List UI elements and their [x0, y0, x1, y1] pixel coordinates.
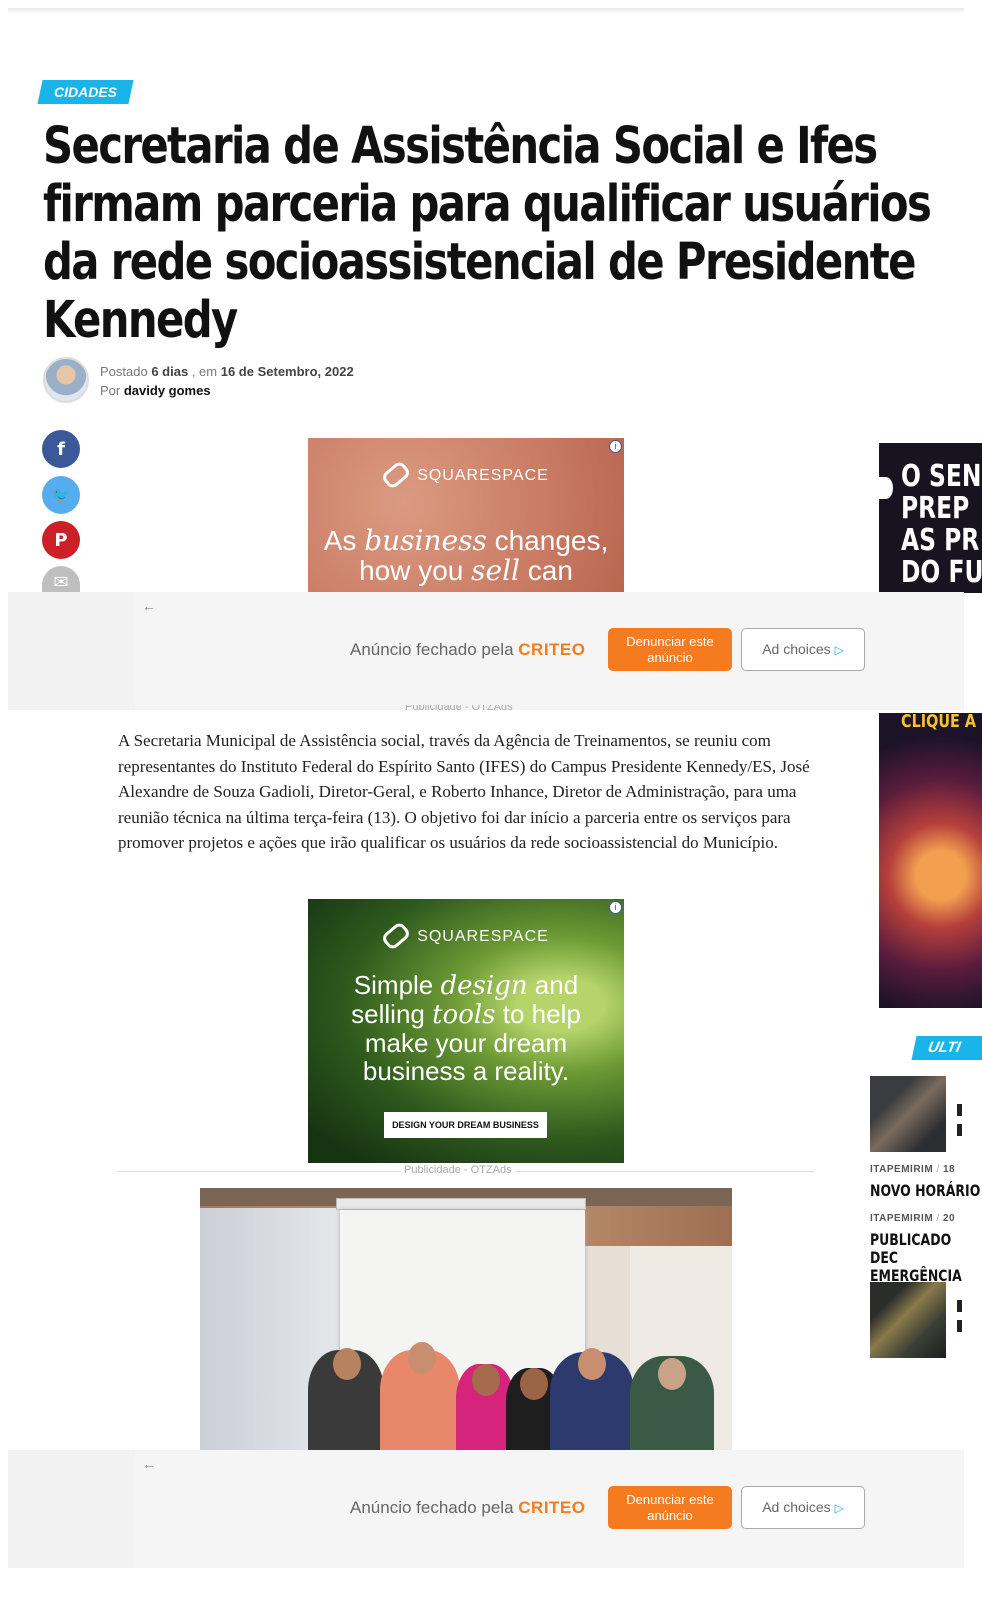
sidebar-section-badge: ULTI [911, 1036, 982, 1060]
article-headline: Secretaria de Assistência Social e Ifes … [43, 117, 932, 350]
squarespace-logo-icon [380, 920, 412, 952]
criteo-closed-ad-1: ← Anúncio fechado pela CRITEO Denunciar … [8, 592, 964, 710]
sidebar-bullet [957, 1320, 962, 1332]
report-ad-button[interactable]: Denunciar este anúncio [608, 1486, 732, 1529]
ad-info-icon[interactable]: i [609, 440, 622, 453]
right-ad-bottom-text: CLIQUE A [901, 713, 977, 732]
by-prefix: Por [100, 383, 121, 398]
squarespace-ad-top[interactable]: i SQUARESPACE As business changes, how y… [308, 438, 624, 598]
back-arrow-icon[interactable]: ← [142, 598, 156, 614]
sidebar-tag[interactable]: ITAPEMIRIM / 20 [870, 1213, 955, 1224]
article-photo [200, 1188, 732, 1450]
projector-bar [336, 1198, 586, 1210]
criteo-logo: CRITEO [518, 640, 586, 659]
sidebar-thumbnail[interactable] [870, 1076, 946, 1152]
sidebar-item-title[interactable]: PUBLICADO DEC EMERGÊNCIA [870, 1231, 964, 1285]
person-head [408, 1342, 436, 1374]
person-head [520, 1368, 548, 1400]
sidebar-thumbnail[interactable] [870, 1282, 946, 1358]
email-icon[interactable]: ✉ [42, 566, 80, 593]
squarespace-ad-mid[interactable]: i SQUARESPACE Simple design and selling … [308, 899, 624, 1163]
ad-shape [879, 477, 893, 499]
ad-brand: SQUARESPACE [308, 459, 624, 491]
ad-choices-button[interactable]: Ad choices ▷ [741, 1486, 865, 1529]
criteo-closed-ad-2: ← Anúncio fechado pela CRITEO Denunciar … [8, 1450, 964, 1568]
ad-closed-text: Anúncio fechado pela CRITEO [350, 640, 586, 659]
ad-choices-button[interactable]: Ad choices ▷ [741, 628, 865, 671]
facebook-icon[interactable]: f [42, 430, 80, 468]
top-shadow [8, 8, 964, 14]
right-ad-top[interactable]: O SEN PREP AS PR DO FU [879, 443, 982, 593]
publicidade-label-top: Publicidade - OTZAds [405, 705, 513, 713]
post-meta: Postado 6 dias , em 16 de Setembro, 2022… [100, 362, 354, 400]
squarespace-logo-icon [380, 459, 412, 491]
person-head [658, 1358, 686, 1390]
person-head [472, 1364, 500, 1396]
avatar[interactable] [43, 357, 89, 403]
ad-copy: Simple design and selling tools to help … [351, 970, 581, 1086]
ad-choices-icon: ▷ [834, 1501, 844, 1515]
ad-copy: As business changes, how you sell can [323, 524, 609, 587]
sidebar-bullet [957, 1104, 962, 1116]
sidebar-bullet [957, 1124, 962, 1136]
back-arrow-icon[interactable]: ← [142, 1456, 156, 1472]
sidebar-tag[interactable]: ITAPEMIRIM / 18 [870, 1164, 955, 1175]
sidebar-bullet [957, 1300, 962, 1312]
twitter-icon[interactable]: 🐦 [42, 476, 80, 514]
right-ad-text: O SEN PREP AS PR DO FU [901, 459, 982, 590]
ad-cta-button[interactable]: DESIGN YOUR DREAM BUSINESS [384, 1112, 547, 1138]
author-name[interactable]: davidy gomes [124, 383, 211, 398]
category-badge[interactable]: CIDADES [37, 80, 134, 104]
ad-info-icon[interactable]: i [609, 901, 622, 914]
article-body: A Secretaria Municipal de Assistência so… [118, 731, 810, 853]
posted-prefix: Postado [100, 364, 148, 379]
sidebar-item-title[interactable]: NOVO HORÁRIO [870, 1182, 982, 1200]
ad-closed-text: Anúncio fechado pela CRITEO [350, 1498, 586, 1517]
report-ad-button[interactable]: Denunciar este anúncio [608, 628, 732, 671]
person-head [333, 1348, 361, 1380]
ad-brand: SQUARESPACE [308, 920, 624, 952]
posted-mid: , em [191, 364, 218, 379]
posted-ago: 6 dias [151, 364, 189, 379]
person-head [578, 1348, 606, 1380]
right-ad-bottom[interactable]: CLIQUE A [879, 713, 982, 1008]
publicidade-label: Publicidade - OTZAds [401, 1164, 515, 1176]
ad-choices-icon: ▷ [834, 643, 844, 657]
post-date: 16 de Setembro, 2022 [220, 364, 354, 379]
criteo-logo: CRITEO [518, 1498, 586, 1517]
pinterest-icon[interactable]: P [42, 521, 80, 559]
